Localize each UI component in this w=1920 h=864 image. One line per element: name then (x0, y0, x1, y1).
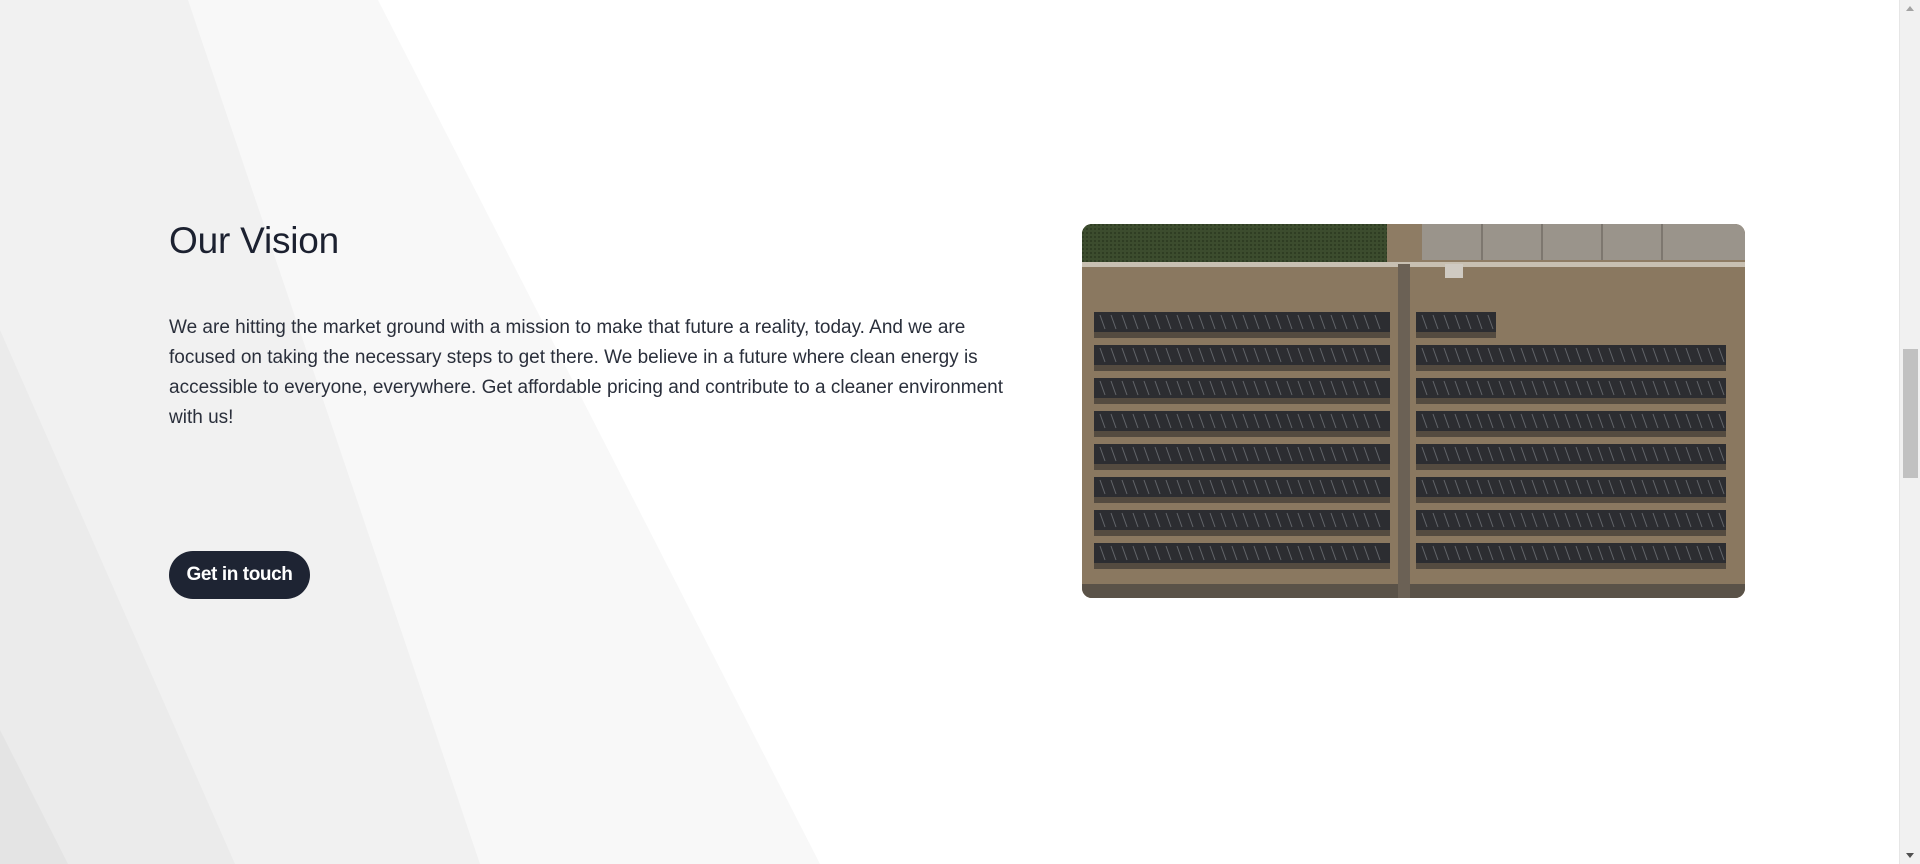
get-in-touch-button[interactable]: Get in touch (169, 551, 310, 599)
vision-section: Our Vision We are hitting the market gro… (0, 0, 1899, 864)
scroll-down-arrow-icon[interactable] (1906, 853, 1914, 858)
solar-farm-image (1082, 224, 1745, 598)
scroll-up-arrow-icon[interactable] (1906, 6, 1914, 11)
section-title: Our Vision (169, 220, 340, 261)
vertical-scrollbar[interactable] (1899, 0, 1920, 864)
solar-farm-illustration (1082, 224, 1745, 598)
scrollbar-thumb[interactable] (1903, 349, 1918, 478)
vision-description: We are hitting the market ground with a … (169, 317, 1004, 428)
